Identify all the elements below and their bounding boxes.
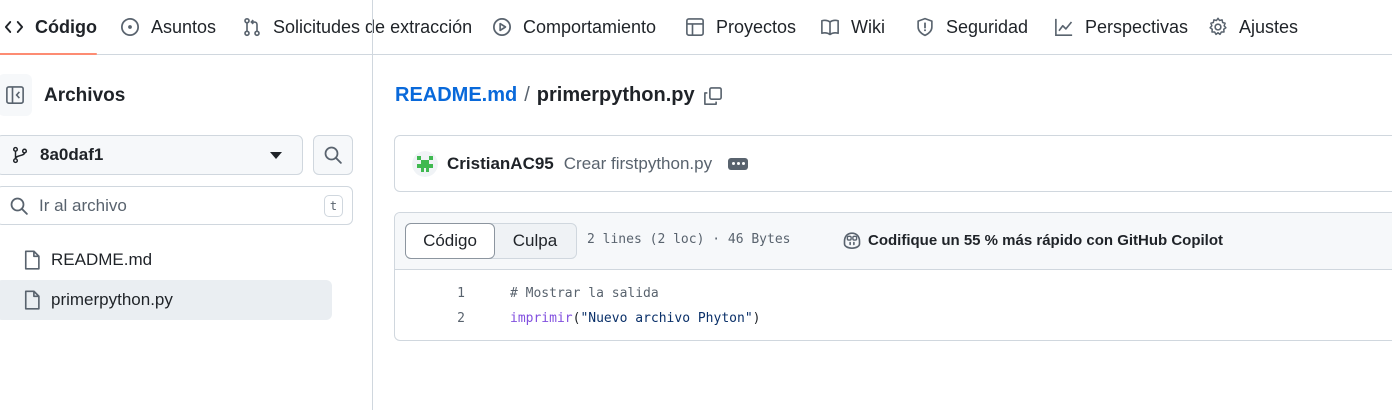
table-icon	[686, 18, 704, 36]
breadcrumb-current-file: primerpython.py	[536, 84, 695, 106]
tab-actions-label: Comportamiento	[523, 16, 657, 37]
commit-message[interactable]: Crear firstpython.py	[564, 154, 712, 174]
file-tree-item-selected[interactable]: primerpython.py	[0, 280, 332, 320]
tab-insights-label: Perspectivas	[1085, 16, 1189, 37]
branch-name: 8a0daf1	[40, 145, 104, 164]
code-string: "Nuevo archivo Phyton"	[580, 311, 753, 326]
search-icon	[324, 146, 342, 164]
tab-security[interactable]: Seguridad	[915, 0, 1028, 54]
tab-projects[interactable]: Proyectos	[685, 0, 796, 54]
search-icon	[10, 197, 28, 215]
code-line: 2 imprimir("Nuevo archivo Phyton")	[395, 306, 1392, 331]
file-name: README.md	[51, 250, 153, 269]
tab-projects-label: Proyectos	[716, 16, 797, 37]
breadcrumb-separator: /	[524, 84, 530, 106]
view-mode-toggle: Código Culpa	[405, 223, 577, 259]
tab-settings[interactable]: Ajustes	[1208, 0, 1298, 54]
search-files-button[interactable]	[313, 135, 353, 175]
line-number[interactable]: 2	[395, 311, 465, 326]
code-function: imprimir	[510, 311, 573, 326]
gear-icon	[1209, 17, 1227, 36]
book-icon	[821, 19, 839, 36]
code-comment: # Mostrar la salida	[510, 286, 659, 301]
tab-settings-label: Ajustes	[1239, 16, 1299, 37]
file-icon	[24, 250, 40, 270]
keyboard-shortcut-hint: t	[324, 195, 343, 217]
copilot-icon	[843, 232, 861, 249]
ellipsis-icon[interactable]	[728, 157, 749, 170]
copy-icon[interactable]	[703, 86, 723, 106]
tab-wiki[interactable]: Wiki	[820, 0, 885, 54]
tab-blame-view[interactable]: Culpa	[494, 224, 576, 258]
code-paren-close: )	[752, 311, 761, 326]
file-viewer: Código Culpa 2 lines (2 loc) · 46 Bytes …	[394, 212, 1392, 341]
breadcrumb-repo-link[interactable]: README.md	[395, 84, 517, 107]
breadcrumb: README.md / primerpython.py	[395, 84, 723, 107]
play-icon	[493, 18, 511, 36]
tab-insights[interactable]: Perspectivas	[1054, 0, 1188, 54]
file-name: primerpython.py	[51, 290, 173, 309]
branch-icon	[12, 146, 28, 164]
file-tree-item[interactable]: README.md	[0, 240, 332, 280]
tab-security-label: Seguridad	[946, 16, 1029, 37]
file-icon	[24, 290, 40, 310]
go-to-file-input[interactable]: Ir al archivo t	[0, 186, 353, 225]
tab-wiki-label: Wiki	[851, 16, 885, 37]
file-viewer-header: Código Culpa 2 lines (2 loc) · 46 Bytes …	[395, 213, 1392, 270]
line-number[interactable]: 1	[395, 286, 465, 301]
file-tree-sidebar: Archivos 8a0daf1 Ir al archivo t README.…	[0, 0, 373, 410]
file-meta: 2 lines (2 loc) · 46 Bytes	[587, 232, 791, 247]
branch-selector[interactable]: 8a0daf1	[0, 135, 303, 175]
code-line: 1 # Mostrar la salida	[395, 281, 1392, 306]
sidebar-collapse-icon	[6, 86, 24, 104]
graph-icon	[1055, 18, 1073, 36]
commit-author[interactable]: CristianAC95	[447, 154, 554, 174]
copilot-promo-text: Codifique un 55 % más rápido con GitHub …	[868, 231, 1224, 249]
collapse-sidebar-button[interactable]	[0, 74, 32, 116]
go-to-file-placeholder: Ir al archivo	[39, 195, 127, 215]
shield-icon	[917, 17, 933, 37]
latest-commit-bar: CristianAC95 Crear firstpython.py	[394, 135, 1392, 192]
code-block: 1 # Mostrar la salida 2 imprimir("Nuevo …	[395, 281, 1392, 331]
tab-actions[interactable]: Comportamiento	[492, 0, 656, 54]
copilot-promo-link[interactable]: Codifique un 55 % más rápido con GitHub …	[842, 230, 1223, 250]
sidebar-title: Archivos	[44, 85, 126, 106]
avatar[interactable]	[412, 150, 438, 177]
tab-code-view[interactable]: Código	[405, 223, 495, 259]
chevron-down-icon	[270, 152, 282, 159]
